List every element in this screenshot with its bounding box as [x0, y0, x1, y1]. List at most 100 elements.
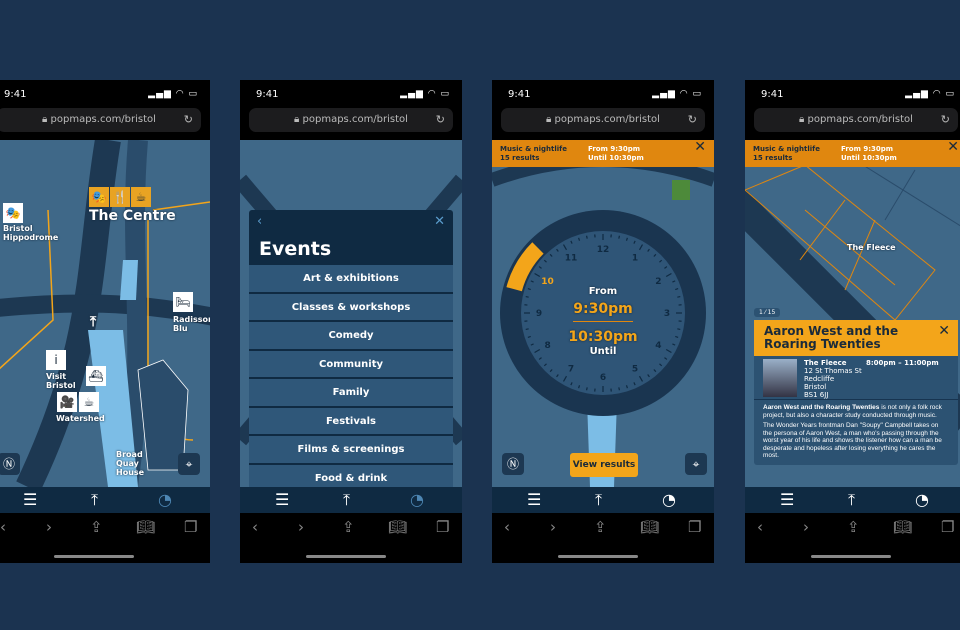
- address-line: BS1 6JJ: [804, 391, 829, 399]
- lock-icon: 🔒︎: [546, 114, 555, 125]
- back-icon[interactable]: ‹: [252, 518, 258, 536]
- map[interactable]: ‹ ✕ Events Art & exhibitions Classes & wo…: [240, 140, 462, 487]
- restaurant-icon[interactable]: 🍴: [110, 187, 130, 207]
- status-bar: 9:41 ▂▄▆ ◠ ▭: [492, 80, 714, 108]
- event-category-item[interactable]: Community: [249, 350, 453, 379]
- clock-icon[interactable]: ◔: [410, 490, 424, 509]
- event-category-item[interactable]: Festivals: [249, 407, 453, 436]
- forward-icon[interactable]: ›: [550, 518, 556, 536]
- bookmarks-icon[interactable]: 📖︎: [893, 518, 912, 536]
- theatre-icon[interactable]: 🎭: [3, 203, 23, 223]
- info-icon[interactable]: i: [46, 350, 66, 370]
- filter-bar[interactable]: Music & nightlife 15 results From 9:30pm Un…: [492, 140, 714, 167]
- address-bar[interactable]: 🔒︎ popmaps.com/bristol ↻: [754, 108, 958, 132]
- desc-bold: Aaron West and the Roaring Twenties: [763, 404, 880, 411]
- event-category-item[interactable]: Food & drink: [249, 464, 453, 487]
- clock-icon[interactable]: ◔: [915, 490, 929, 509]
- boat-icon[interactable]: ⛴: [86, 366, 106, 386]
- reload-icon[interactable]: ↻: [688, 108, 697, 132]
- compass-icon[interactable]: Ⓝ: [502, 453, 524, 475]
- status-time: 9:41: [256, 89, 279, 100]
- address-bar[interactable]: 🔒︎ popmaps.com/bristol ↻: [0, 108, 201, 132]
- filter-from: From 9:30pm: [588, 145, 641, 153]
- close-icon[interactable]: ✕: [938, 324, 950, 338]
- back-icon[interactable]: ‹: [0, 518, 6, 536]
- share-icon[interactable]: ⇪: [847, 518, 860, 536]
- filter-until: Until 10:30pm: [841, 154, 897, 162]
- tabs-icon[interactable]: ❐: [941, 518, 954, 536]
- clock-from-label: From: [588, 286, 618, 297]
- menu-icon[interactable]: ☰: [275, 490, 289, 509]
- event-category-item[interactable]: Art & exhibitions: [249, 265, 453, 294]
- forward-icon[interactable]: ›: [298, 518, 304, 536]
- bookmarks-icon[interactable]: 📖︎: [388, 518, 407, 536]
- event-category-item[interactable]: Comedy: [249, 322, 453, 351]
- home-indicator: [811, 555, 891, 558]
- home-indicator: [558, 555, 638, 558]
- cafe-icon[interactable]: ☕: [131, 187, 151, 207]
- close-icon[interactable]: ✕: [694, 140, 706, 154]
- forward-icon[interactable]: ›: [803, 518, 809, 536]
- tabs-icon[interactable]: ❐: [184, 518, 197, 536]
- forward-icon[interactable]: ›: [46, 518, 52, 536]
- map[interactable]: The Fleece 1 ⁄ 15 Aaron West and the Roa…: [745, 140, 960, 487]
- poi-label[interactable]: Visit Bristol: [46, 372, 76, 390]
- event-category-item[interactable]: Classes & workshops: [249, 293, 453, 322]
- address-bar[interactable]: 🔒︎ popmaps.com/bristol ↻: [249, 108, 453, 132]
- url-text: popmaps.com/bristol: [807, 114, 913, 125]
- menu-icon[interactable]: ☰: [527, 490, 541, 509]
- event-card[interactable]: Aaron West and the Roaring Twenties ✕ The…: [754, 320, 958, 465]
- reload-icon[interactable]: ↻: [941, 108, 950, 132]
- event-category-item[interactable]: Films & screenings: [249, 436, 453, 465]
- back-icon[interactable]: ‹: [757, 518, 763, 536]
- filter-bar[interactable]: Music & nightlife 15 results From 9:30pm Un…: [745, 140, 960, 167]
- view-results-button[interactable]: View results: [570, 453, 638, 477]
- hotel-icon[interactable]: 🛏: [173, 292, 193, 312]
- poi-label[interactable]: Broad Quay House: [116, 450, 166, 477]
- bookmarks-icon[interactable]: 📖︎: [136, 518, 155, 536]
- upload-icon[interactable]: ⤒: [91, 490, 98, 510]
- share-icon[interactable]: ⇪: [90, 518, 103, 536]
- cinema-icon[interactable]: 🎥: [57, 392, 77, 412]
- venue-label[interactable]: The Fleece: [847, 243, 896, 252]
- share-icon[interactable]: ⇪: [594, 518, 607, 536]
- reload-icon[interactable]: ↻: [436, 108, 445, 132]
- menu-icon[interactable]: ☰: [23, 490, 37, 509]
- locate-icon[interactable]: ⌖: [178, 453, 200, 475]
- clock-number: 1: [632, 254, 638, 264]
- poi-label[interactable]: Bristol Hippodrome: [3, 224, 58, 242]
- tabs-icon[interactable]: ❐: [436, 518, 449, 536]
- cafe-icon[interactable]: ☕: [79, 392, 99, 412]
- home-indicator: [306, 555, 386, 558]
- upload-icon[interactable]: ⤒: [343, 490, 350, 510]
- map[interactable]: 12 1 2 3 4 5 6 7 8 9 10 11 From 9:30pm 10:30pm Unti…: [492, 140, 714, 487]
- menu-icon[interactable]: ☰: [780, 490, 794, 509]
- address-bar[interactable]: 🔒︎ popmaps.com/bristol ↻: [501, 108, 705, 132]
- back-icon[interactable]: ‹: [504, 518, 510, 536]
- app-nav: ☰ ⤒ ◔: [240, 487, 462, 513]
- event-time: 8:00pm – 11:00pm: [866, 359, 939, 367]
- theatre-icon[interactable]: 🎭: [89, 187, 109, 207]
- upload-icon[interactable]: ⤒: [848, 490, 855, 510]
- address-line: Bristol: [804, 383, 827, 391]
- poi-label[interactable]: Radisson Blu: [173, 315, 210, 333]
- clock-tick: [618, 387, 621, 391]
- close-icon[interactable]: ✕: [434, 214, 445, 229]
- close-icon[interactable]: ✕: [947, 140, 959, 154]
- clock-icon[interactable]: ◔: [662, 490, 676, 509]
- tabs-icon[interactable]: ❐: [688, 518, 701, 536]
- locate-icon[interactable]: ⌖: [685, 453, 707, 475]
- compass-icon[interactable]: Ⓝ: [0, 453, 20, 475]
- bookmarks-icon[interactable]: 📖︎: [640, 518, 659, 536]
- event-category-item[interactable]: Family: [249, 379, 453, 408]
- reload-icon[interactable]: ↻: [184, 108, 193, 132]
- poi-label[interactable]: Watershed: [56, 414, 105, 423]
- share-icon[interactable]: ⇪: [342, 518, 355, 536]
- map[interactable]: 🎭 🍴 ☕ The Centre 🎭 Bristol Hippodrome 🛏 …: [0, 140, 210, 487]
- browser-toolbar: ‹ › ⇪ 📖︎ ❐: [745, 513, 960, 563]
- upload-icon[interactable]: ⤒: [595, 490, 602, 510]
- lock-icon: 🔒︎: [294, 114, 303, 125]
- clock-number: 2: [655, 277, 661, 287]
- back-icon[interactable]: ‹: [257, 214, 262, 229]
- clock-icon[interactable]: ◔: [158, 490, 172, 509]
